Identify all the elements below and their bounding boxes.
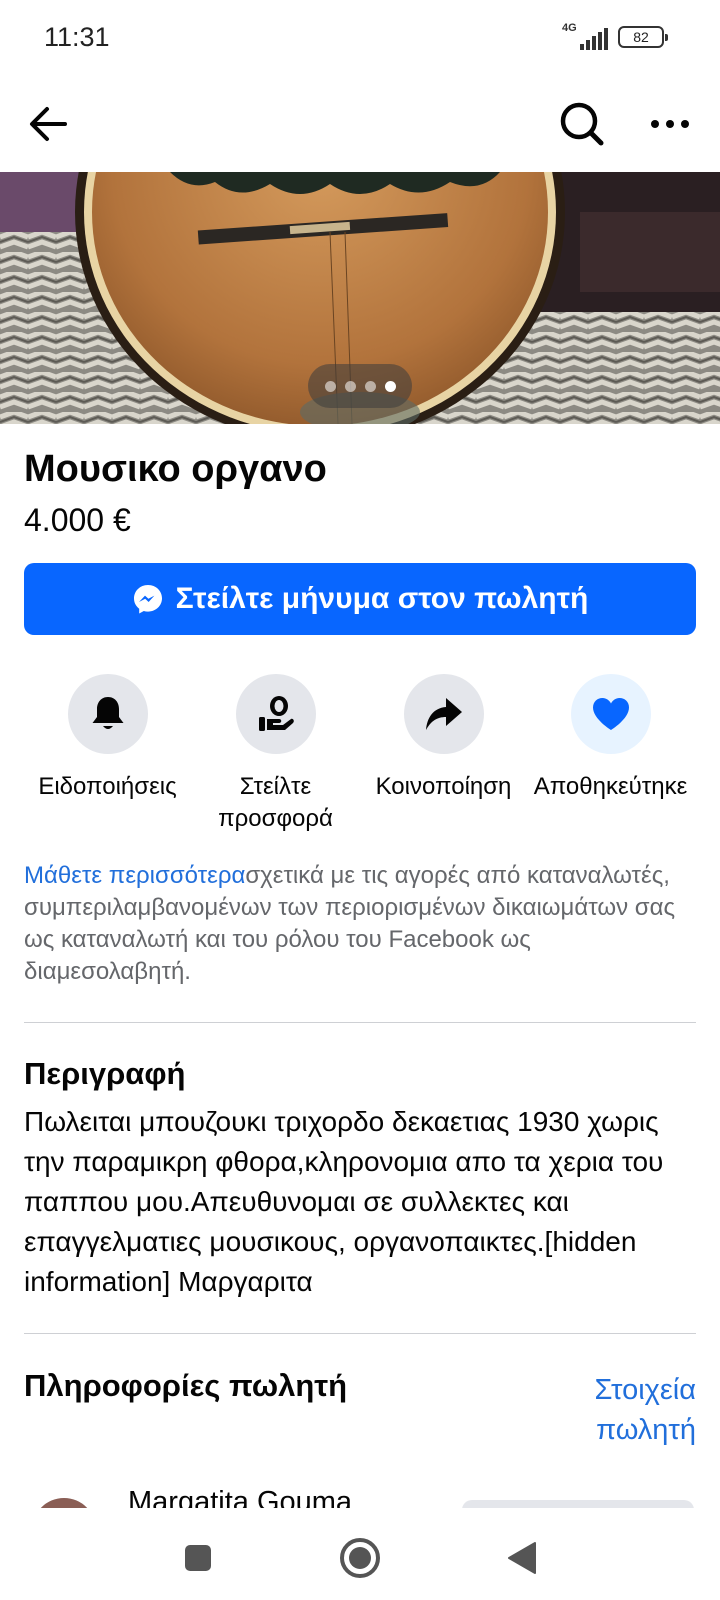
seller-info-heading: Πληροφορίες πωλητή <box>24 1368 348 1403</box>
photo-carousel-indicator[interactable] <box>308 364 412 408</box>
share-circle <box>403 674 484 754</box>
status-icons: 4G 82 <box>562 22 668 50</box>
notifications-circle <box>67 674 148 754</box>
make-offer-action[interactable]: Στείλτε προσφορά <box>188 674 363 835</box>
description-heading: Περιγραφή <box>24 1056 186 1091</box>
follow-button[interactable] <box>462 1500 694 1508</box>
notifications-action[interactable]: Ειδοποιήσεις <box>20 674 195 803</box>
saved-circle <box>570 674 651 754</box>
learn-more-link[interactable]: Μάθετε περισσότερα <box>24 862 245 889</box>
bell-icon <box>92 697 123 729</box>
notifications-label: Ειδοποιήσεις <box>38 773 177 800</box>
share-action[interactable]: Κοινοποίηση <box>356 674 531 803</box>
battery-level: 82 <box>633 29 649 45</box>
seller-name[interactable]: Margatita Gouma <box>128 1486 352 1508</box>
offer-circle <box>235 674 316 754</box>
battery-icon: 82 <box>618 26 668 48</box>
arrow-left-icon <box>30 107 67 141</box>
message-seller-button[interactable]: Στείλτε μήνυμα στον πωλητή <box>24 563 696 635</box>
share-icon <box>425 698 462 730</box>
more-button[interactable] <box>640 94 700 154</box>
saved-label: Αποθηκεύτηκε <box>533 773 688 800</box>
system-back-button[interactable] <box>494 1530 550 1586</box>
top-nav <box>0 78 720 172</box>
square-icon <box>185 1545 211 1571</box>
divider <box>24 1022 696 1023</box>
search-icon <box>560 102 604 146</box>
back-button[interactable] <box>18 94 78 154</box>
offer-icon <box>258 696 294 731</box>
share-label: Κοινοποίηση <box>375 773 512 800</box>
consumer-info-text: Μάθετε περισσότερασχετικά με τις αγορές … <box>24 860 696 988</box>
description-body: Πωλειται μπουζουκι τριχορδο δεκαετιας 19… <box>24 1106 664 1297</box>
seller-details-link[interactable]: Στοιχεία πωλητή <box>546 1370 696 1450</box>
seller-row[interactable]: Margatita Gouma <box>0 1478 720 1508</box>
heart-icon <box>592 698 629 730</box>
recents-button[interactable] <box>170 1530 226 1586</box>
status-time: 11:31 <box>44 22 110 52</box>
search-button[interactable] <box>552 94 612 154</box>
action-row: Ειδοποιήσεις Στείλτε προσφορά Κοινοποίησ… <box>0 674 720 844</box>
carousel-dot <box>324 380 336 392</box>
divider <box>24 1333 696 1334</box>
avatar[interactable] <box>32 1498 96 1508</box>
circle-icon <box>340 1538 380 1578</box>
carousel-dot-active <box>384 380 396 392</box>
listing-title: Μουσικο οργανο <box>24 448 327 490</box>
message-seller-label: Στείλτε μήνυμα στον πωλητή <box>175 582 589 615</box>
network-type: 4G <box>562 22 577 34</box>
listing-price: 4.000 € <box>24 502 131 538</box>
more-dots-icon <box>651 120 689 128</box>
carousel-dot <box>364 380 376 392</box>
saved-action[interactable]: Αποθηκεύτηκε <box>523 674 698 803</box>
status-bar: 11:31 4G 82 <box>0 0 720 78</box>
carousel-dot <box>344 380 356 392</box>
make-offer-label: Στείλτε προσφορά <box>218 773 333 832</box>
home-button[interactable] <box>332 1530 388 1586</box>
messenger-icon <box>132 583 164 615</box>
signal-icon: 4G <box>562 22 608 50</box>
triangle-back-icon <box>508 1542 536 1574</box>
system-nav-bar <box>0 1508 720 1600</box>
